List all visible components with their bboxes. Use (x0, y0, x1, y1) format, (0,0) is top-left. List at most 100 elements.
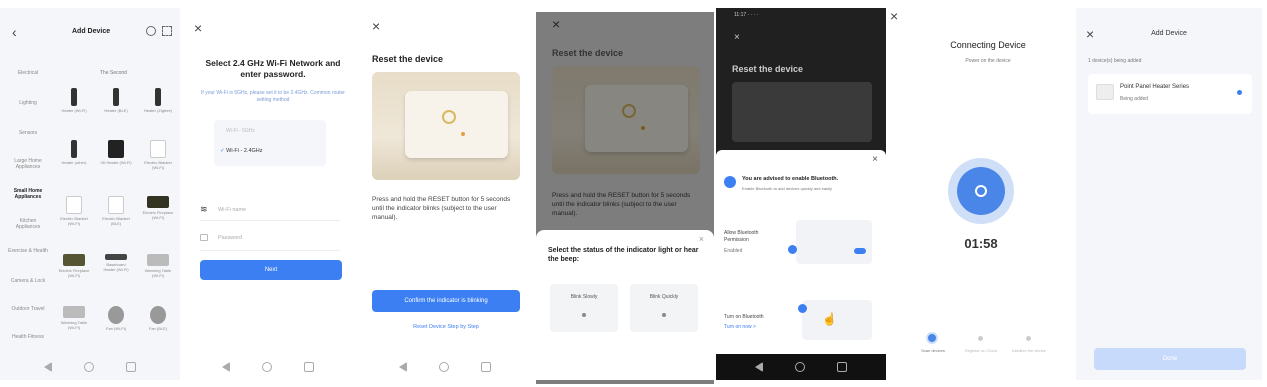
device-tile[interactable]: Warming Table (Wi-Fi) (58, 306, 90, 330)
step-label: Register on Cloud (964, 348, 998, 353)
nav-back-icon[interactable] (399, 362, 407, 372)
device-tile[interactable]: Electric Blanket (Wi-Fi) (142, 140, 174, 170)
device-tile[interactable]: Fan (Wi-Fi) (100, 306, 132, 331)
wifi-name-field[interactable]: Wi-Fi name (218, 207, 246, 214)
nav-home-icon[interactable] (439, 362, 449, 372)
led-dot-icon (662, 312, 666, 317)
network-5ghz[interactable]: Wi-Fi - 5GHz (226, 128, 255, 135)
category-item-selected[interactable]: Small Home Appliances (8, 188, 48, 200)
wifi-icon: ≋ (200, 204, 208, 214)
blink-quickly-option[interactable]: Blink Quickly (630, 284, 698, 332)
field-divider (200, 220, 340, 221)
category-item[interactable]: Outdoor Travel (8, 306, 48, 312)
device-photo (552, 66, 700, 174)
qr-icon[interactable] (162, 26, 172, 36)
password-field[interactable]: Password (218, 235, 242, 242)
step-by-step-link[interactable]: Reset Device Step by Step (372, 324, 520, 331)
close-icon[interactable]: × (372, 18, 380, 34)
device-tile[interactable]: Electric Blanket (Wi-Fi) (58, 196, 90, 226)
nav-recents-icon[interactable] (126, 362, 136, 372)
category-item[interactable]: Health Fitness (8, 334, 48, 340)
scan-icon[interactable] (146, 26, 156, 36)
device-status: Being added (1120, 96, 1149, 102)
next-button[interactable]: Next (200, 260, 342, 280)
device-tile[interactable]: Electric Fireplace (Wi-Fi) (142, 196, 174, 220)
wifi-title: Select 2.4 GHz Wi-Fi Network and enter p… (205, 58, 341, 80)
add-device-screen: ‹ Add Device The Second Electrical Light… (0, 8, 180, 380)
close-icon[interactable]: × (890, 8, 898, 24)
blanket-icon (150, 140, 166, 158)
nav-recents-icon[interactable] (481, 362, 491, 372)
step-badge-icon (798, 304, 807, 313)
close-icon[interactable]: × (194, 20, 202, 36)
confirm-blinking-button[interactable]: Confirm the indicator is blinking (372, 290, 520, 312)
blink-slowly-option[interactable]: Blink Slowly (550, 284, 618, 332)
nav-home-icon[interactable] (84, 362, 94, 372)
network-24ghz[interactable]: ✓ Wi-Fi - 2.4GHz (220, 148, 263, 154)
category-item[interactable]: Kitchen Appliances (8, 218, 48, 230)
category-item[interactable]: Lighting (8, 100, 48, 106)
nav-home-icon[interactable] (262, 362, 272, 372)
step-dot-icon (1026, 336, 1031, 341)
toggle-icon[interactable] (854, 248, 866, 254)
reset-instructions: Press and hold the RESET button for 5 se… (372, 196, 511, 221)
blanket-icon (108, 196, 124, 214)
category-item[interactable]: Camera & Lock (8, 278, 48, 284)
reset-instructions: Press and hold the RESET button for 5 se… (552, 192, 691, 217)
step-dot-icon (978, 336, 983, 341)
device-tile[interactable]: Oil Heater (Wi-Fi) (100, 140, 132, 165)
close-icon[interactable]: × (699, 234, 704, 244)
close-icon[interactable]: × (734, 32, 740, 43)
connecting-screen: Connecting Device Power on the device 01… (904, 8, 1072, 380)
loading-icon (1237, 90, 1242, 95)
turn-on-link[interactable]: Turn on now > (724, 324, 756, 331)
nav-recents-icon[interactable] (837, 362, 847, 372)
device-tile[interactable]: Heater (Wi-Fi) (58, 88, 90, 113)
add-device-result-screen: × Add Device 1 device(s) being added Poi… (1076, 8, 1262, 380)
device-tile[interactable]: Warming Table (Wi-Fi) (142, 254, 174, 278)
category-item[interactable]: Large Home Appliances (8, 158, 48, 170)
nav-back-icon[interactable] (222, 362, 230, 372)
device-tile[interactable]: Heater (Zigbee) (142, 88, 174, 113)
nav-back-icon[interactable] (755, 362, 763, 372)
progress-ring (948, 158, 1014, 224)
progress-circle (957, 167, 1005, 215)
close-icon[interactable]: × (552, 16, 560, 32)
device-tile[interactable]: Electric Blanket (BLE) (100, 196, 132, 226)
page-subtitle: Power on the device (965, 58, 1011, 64)
category-item[interactable]: Electrical (8, 70, 48, 76)
category-item[interactable]: Exercise & Health (8, 248, 48, 254)
device-card[interactable]: Point Panel Heater Series Being added (1088, 74, 1252, 114)
network-card: Wi-Fi - 5GHz ✓ Wi-Fi - 2.4GHz (214, 120, 326, 166)
sheet-title: Select the status of the indicator light… (548, 247, 699, 264)
fan-icon (150, 306, 166, 324)
page-title: Reset the device (732, 64, 804, 74)
nav-back-icon[interactable] (44, 362, 52, 372)
step-label: Initialize the device (1012, 348, 1046, 353)
device-tile[interactable]: Heater (BLE) (100, 88, 132, 113)
system-nav-bar (0, 354, 180, 380)
fireplace-icon (63, 254, 85, 266)
device-tile[interactable]: Electric Fireplace (Wi-Fi) (58, 254, 90, 278)
close-icon[interactable]: × (872, 154, 878, 165)
led-dot-icon (582, 312, 586, 317)
fireplace-icon (147, 196, 169, 208)
reset-device-screen: × Reset the device Press and hold the RE… (356, 8, 534, 380)
step-permission-status: Enabled (724, 248, 743, 254)
warming-table-icon (63, 306, 85, 318)
lock-icon (200, 234, 208, 241)
device-tile[interactable]: Baseboard Heater (Wi-Fi) (100, 254, 132, 272)
done-button[interactable]: Done (1094, 348, 1246, 370)
nav-recents-icon[interactable] (304, 362, 314, 372)
bottom-sheet: × Select the status of the indicator lig… (536, 230, 714, 380)
wifi-subtitle: If your Wi-Fi is 5GHz, please set it to … (201, 90, 345, 103)
back-icon[interactable]: ‹ (12, 24, 17, 40)
device-tile[interactable]: Fan (BLE) (142, 306, 174, 331)
system-nav-bar (356, 354, 534, 380)
page-title: Add Device (1151, 30, 1187, 37)
category-item[interactable]: Sensors (8, 130, 48, 136)
step-dot-active-icon (926, 332, 938, 344)
step-turn-on: Turn on Bluetooth (724, 314, 764, 320)
device-tile[interactable]: Heater (other) (58, 140, 90, 165)
nav-home-icon[interactable] (795, 362, 805, 372)
